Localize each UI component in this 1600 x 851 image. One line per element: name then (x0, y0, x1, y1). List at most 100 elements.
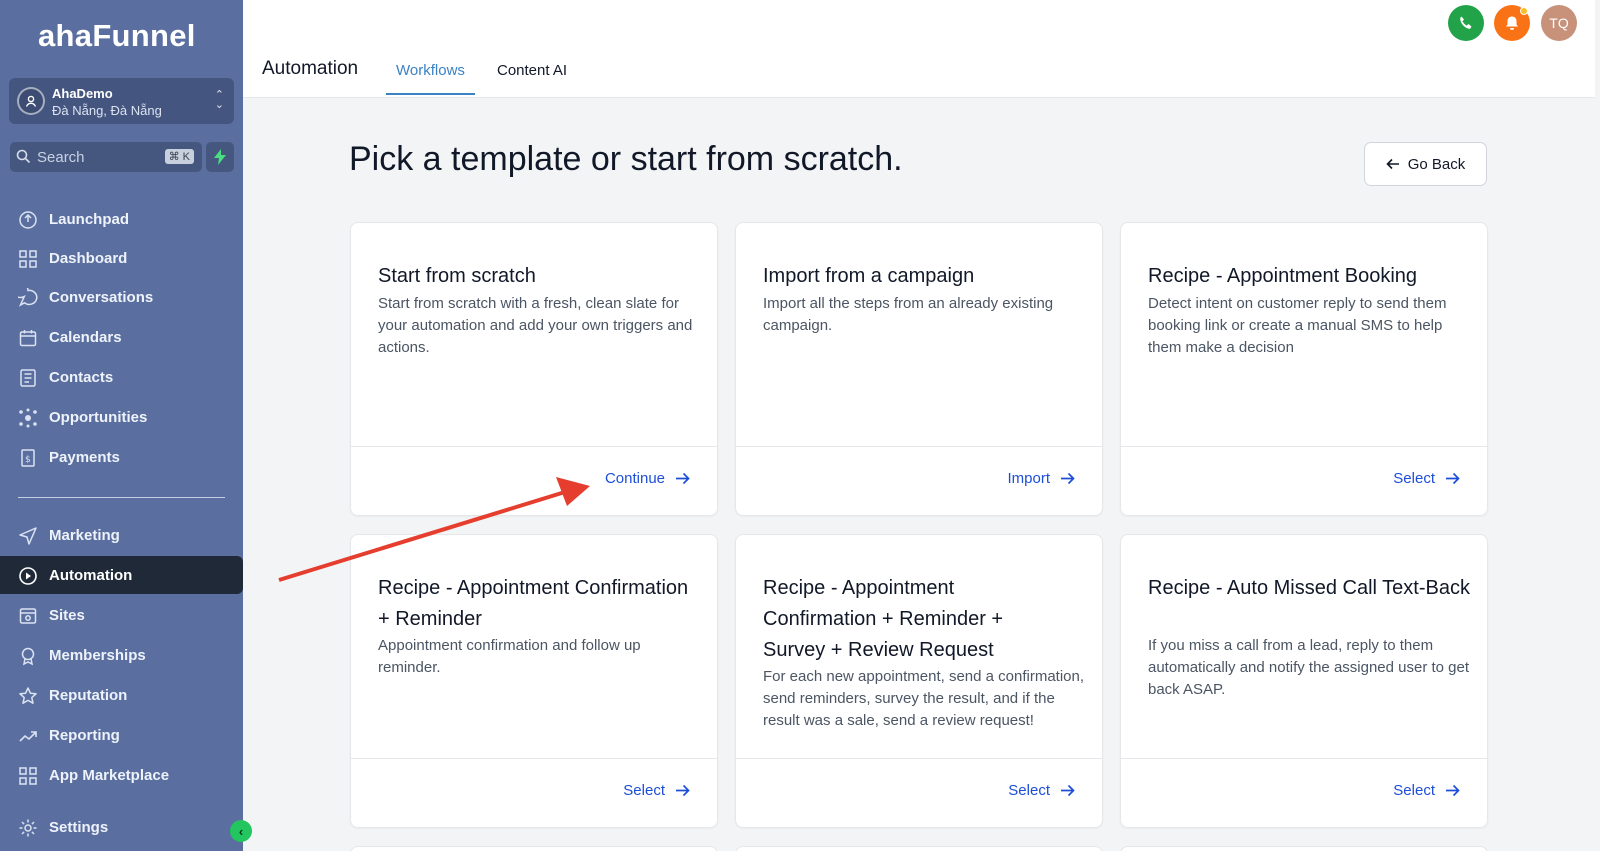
sidebar-item-conversations[interactable]: Conversations (0, 278, 243, 316)
trend-icon (18, 726, 38, 746)
sidebar-item-label: Reporting (49, 727, 120, 744)
action-label: Select (1393, 782, 1435, 799)
select-button[interactable]: Select (1008, 782, 1075, 799)
sidebar-item-opportunities[interactable]: Opportunities (0, 398, 243, 436)
template-card: Recipe - Auto Missed Call Text-Back If y… (1120, 534, 1488, 828)
automation-icon (18, 566, 38, 586)
action-label: Select (623, 782, 665, 799)
tab-content-ai[interactable]: Content AI (497, 62, 567, 79)
search-input[interactable]: Search ⌘ K (10, 142, 202, 172)
sidebar-item-label: Dashboard (49, 250, 128, 267)
sidebar-item-label: App Marketplace (49, 767, 170, 784)
account-name: AhaDemo (52, 86, 113, 101)
arrow-right-icon (1446, 472, 1460, 485)
page-title: Pick a template or start from scratch. (349, 140, 903, 178)
template-card: Recipe - Appointment Booking Detect inte… (1120, 222, 1488, 516)
chevron-updown-icon: ⌃ ⌄ (214, 89, 224, 111)
search-placeholder: Search (37, 149, 85, 166)
arrow-right-icon (676, 472, 690, 485)
grid-icon (18, 249, 38, 269)
calendar-icon (18, 328, 38, 348)
go-back-button[interactable]: Go Back (1364, 142, 1487, 186)
continue-button[interactable]: Continue (605, 470, 690, 487)
opportunities-icon (18, 408, 38, 428)
card-footer: Select (1121, 758, 1487, 827)
bell-icon (1506, 16, 1518, 30)
card-description: If you miss a call from a lead, reply to… (1148, 637, 1470, 698)
sidebar-item-reporting[interactable]: Reporting (0, 716, 243, 754)
sidebar-item-launchpad[interactable]: Launchpad (0, 200, 243, 238)
sidebar-item-label: Launchpad (49, 211, 130, 228)
sidebar-item-label: Opportunities (49, 409, 148, 426)
sidebar-item-label: Payments (49, 449, 120, 466)
account-location: Đà Nẵng, Đà Nẵng (52, 103, 162, 118)
sidebar-item-automation[interactable]: Automation (0, 556, 243, 594)
card-footer: Select (736, 758, 1102, 827)
card-footer: Continue (351, 446, 717, 515)
sidebar-item-label: Settings (49, 819, 109, 836)
action-label: Select (1393, 470, 1435, 487)
go-back-label: Go Back (1407, 155, 1466, 173)
template-card (735, 846, 1103, 851)
sidebar-item-label: Marketing (49, 527, 120, 544)
sidebar-item-memberships[interactable]: Memberships (0, 636, 243, 674)
apps-icon (18, 766, 38, 786)
sidebar-item-dashboard[interactable]: Dashboard (0, 239, 243, 277)
scrollbar[interactable] (1595, 0, 1600, 851)
sidebar-item-reputation[interactable]: Reputation (0, 676, 243, 714)
sidebar-item-marketing[interactable]: Marketing (0, 516, 243, 554)
quick-action-button[interactable] (206, 142, 234, 172)
card-description: Detect intent on customer reply to send … (1148, 295, 1447, 356)
card-footer: Select (351, 758, 717, 827)
phone-button[interactable] (1448, 5, 1484, 41)
card-title: Recipe - Appointment Confirmation + Remi… (763, 577, 1004, 661)
sidebar-divider (18, 497, 225, 498)
sidebar-item-label: Sites (49, 607, 85, 624)
card-title: Recipe - Appointment Booking (1148, 265, 1418, 287)
sidebar-item-contacts[interactable]: Contacts (0, 358, 243, 396)
tab-workflows[interactable]: Workflows (386, 62, 475, 95)
phone-icon (1460, 16, 1472, 29)
card-title: Recipe - Auto Missed Call Text-Back (1148, 577, 1470, 599)
sidebar-item-label: Conversations (49, 289, 154, 306)
search-shortcut: ⌘ K (164, 149, 194, 164)
select-button[interactable]: Select (1393, 782, 1460, 799)
account-switcher[interactable]: AhaDemo Đà Nẵng, Đà Nẵng ⌃ ⌄ (9, 78, 234, 124)
svg-text:$: $ (25, 455, 31, 465)
card-title: Start from scratch (378, 265, 536, 287)
chat-icon (12, 282, 38, 308)
chevron-left-icon: ‹ (238, 823, 244, 839)
template-card (350, 846, 718, 851)
card-title: Import from a campaign (763, 265, 975, 287)
arrow-right-icon (1061, 472, 1075, 485)
sidebar: ahaFunnel AhaDemo Đà Nẵng, Đà Nẵng ⌃ ⌄ Se… (0, 0, 243, 851)
card-description: Start from scratch with a fresh, clean s… (378, 295, 693, 356)
import-button[interactable]: Import (1007, 470, 1075, 487)
arrow-right-icon (1061, 784, 1075, 797)
sidebar-item-label: Reputation (49, 687, 128, 704)
collapse-sidebar-button[interactable]: ‹ (230, 820, 252, 842)
location-icon (17, 87, 45, 115)
sidebar-item-label: Memberships (49, 647, 146, 664)
action-label: Select (1008, 782, 1050, 799)
sites-icon (18, 606, 38, 626)
select-button[interactable]: Select (623, 782, 690, 799)
gear-icon (18, 818, 38, 838)
sidebar-item-app-marketplace[interactable]: App Marketplace (0, 756, 243, 794)
card-description: Import all the steps from an already exi… (763, 295, 1054, 334)
action-label: Import (1007, 470, 1050, 487)
user-avatar[interactable]: TQ (1541, 5, 1577, 41)
sidebar-item-label: Contacts (49, 369, 114, 386)
template-card: Import from a campaign Import all the st… (735, 222, 1103, 516)
notifications-button[interactable] (1494, 5, 1530, 41)
template-card: Recipe - Appointment Confirmation + Remi… (735, 534, 1103, 828)
badge-icon (18, 646, 38, 666)
select-button[interactable]: Select (1393, 470, 1460, 487)
sidebar-item-settings[interactable]: Settings (0, 808, 243, 846)
sidebar-item-calendars[interactable]: Calendars (0, 318, 243, 356)
top-header: Automation Workflows Content AI TQ (243, 0, 1595, 98)
card-title: Recipe - Appointment Confirmation + Remi… (378, 577, 689, 630)
sidebar-item-payments[interactable]: $ Payments (0, 438, 243, 476)
brand-logo[interactable]: ahaFunnel (38, 18, 196, 54)
sidebar-item-sites[interactable]: Sites (0, 596, 243, 634)
